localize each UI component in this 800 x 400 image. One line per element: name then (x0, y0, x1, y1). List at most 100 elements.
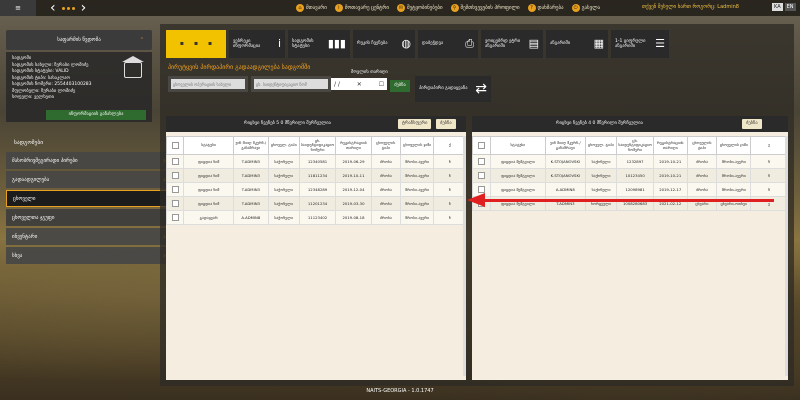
calendar-icon[interactable]: ☐ (379, 81, 384, 88)
table-cell: 11811234 (298, 168, 337, 183)
dots-icon: ▪ (208, 40, 213, 48)
table-cell: მროსი-ავერი (400, 168, 435, 183)
column-header[interactable]: ცხოველის ტიპი (686, 136, 718, 155)
checkbox[interactable] (477, 142, 485, 149)
scrollbar[interactable] (463, 136, 466, 376)
checkbox[interactable] (171, 186, 179, 193)
table-cell: ფიცდია შეშტვილი (489, 154, 547, 169)
chevron-up-icon: ⌃ (139, 37, 144, 43)
row-checkbox-cell[interactable] (165, 182, 185, 197)
lang-en[interactable]: EN (784, 3, 796, 11)
tool-report[interactable]: ანგარიში ▦ (546, 30, 608, 58)
row-checkbox-cell[interactable] (165, 154, 185, 169)
row-checkbox-cell[interactable] (165, 168, 185, 183)
column-header[interactable]: სტატუსი (183, 136, 234, 155)
sidebar-item-other[interactable]: სხვა› (6, 247, 172, 264)
tool-voice-report[interactable]: ვოიცებრდ ეტრი ანგარიში ▤ (481, 30, 543, 58)
tool-label: ვებრეკი ინფორმაცია (233, 38, 261, 50)
table-cell: 12348289 (298, 182, 337, 197)
close-icon[interactable]: ✕ (357, 81, 362, 88)
select-all-checkbox-header[interactable] (165, 136, 185, 155)
sidebar-section-label: სადგომები (14, 140, 44, 146)
column-header[interactable]: ცხოველ. ტიპი (267, 136, 300, 155)
column-header[interactable]: ე (750, 136, 788, 155)
dots-icon: ▪ (193, 40, 199, 48)
sidebar-item-label: გადაადგილება (12, 176, 50, 183)
table-cell: 11123402 (298, 210, 337, 225)
row-checkbox-cell[interactable] (165, 196, 185, 211)
table-cell: გადაყვარ (183, 210, 234, 225)
checkbox[interactable] (171, 200, 179, 207)
tool-status[interactable]: სადგომის სტატუსი ▮▮▮ (288, 30, 350, 58)
checkbox[interactable] (171, 158, 179, 165)
top-menu-center[interactable]: i მოთავარე ცენტრი (334, 4, 389, 12)
update-info-button[interactable]: ინფორმაციის განახლება (46, 110, 146, 120)
tool-digital-report[interactable]: 1-1 ციფრული ანგარიში ☰ (611, 30, 669, 58)
table-row[interactable]: ფიცდია ნიშ T.ADMIN3 საქონელი 11201234 2019-0… (165, 196, 466, 211)
dots-icon[interactable] (61, 6, 75, 10)
search-button[interactable]: ძებნა (390, 80, 410, 92)
top-menu-profile[interactable]: ⚲ შემთხვევების პროფილი (450, 4, 520, 12)
table-search-button[interactable]: ძებნა (742, 119, 762, 129)
sidebar-item-mass-persons[interactable]: მასობრივშეგირადი პირები› (6, 152, 172, 169)
lang-ka[interactable]: KA (772, 3, 783, 11)
tool-print[interactable]: დაბეჭდვა ⎙ (418, 30, 478, 58)
column-header[interactable]: ცხოველ. ტიპი (584, 136, 618, 155)
column-header[interactable]: ვინ მიიღ მკურნ./ განამრავი (545, 136, 586, 155)
tool-map[interactable]: რუკის ჩვენება ◍ (353, 30, 415, 58)
menu-icon[interactable]: ≡ (0, 0, 36, 16)
scrollbar[interactable] (785, 136, 788, 376)
column-header[interactable]: ცხოველის ჯიში (716, 136, 752, 155)
right-table-panel: რიცხვი ჩვენებ 4 0 მწვრილი შერჩეულია ძებნ… (472, 116, 788, 380)
date-input[interactable]: / / ✕ ☐ (331, 78, 387, 90)
sidebar-item-animal[interactable]: ცხოველი (6, 190, 172, 207)
column-header[interactable]: ცხოველის ჯიში (400, 136, 435, 155)
top-menu-messages[interactable]: ✉ შეტყობინებები (396, 4, 443, 12)
top-menu-help[interactable]: ? დახმარება (527, 4, 564, 12)
tool-info[interactable]: ვებრეკი ინფორმაცია i (229, 30, 285, 58)
direct-transfer-button[interactable]: პირდაპირი გადაყვანა ⇄ (415, 76, 491, 102)
sidebar-header[interactable]: საფარმის წვდომა ⌃ (6, 30, 152, 50)
checkbox[interactable] (477, 186, 485, 193)
top-menu-logout[interactable]: ⏻ გასვლა (571, 4, 600, 12)
column-header[interactable]: ვინ მიიღ მკურნ./ განამრავი (232, 136, 269, 155)
table-row[interactable]: ფიცდია შეშტვილი A.ADMIN8 საქონელი 12098981 2… (472, 182, 788, 197)
column-header[interactable]: სტატუსი (489, 136, 547, 155)
animal-operation-input[interactable] (171, 79, 245, 89)
table-row[interactable]: ფიცდია შეშტვილი K.STOJANOVSKI საქონელი 1232… (472, 154, 788, 169)
row-checkbox-cell[interactable] (165, 210, 185, 225)
sidebar-item-inventory[interactable]: ინვენტარი› (6, 228, 172, 245)
top-menu-home[interactable]: ⌂ მთავარი (296, 4, 327, 12)
table-row[interactable]: ფიცდია შეშტვილი K.STOJANOVSKI საქონელი 1012… (472, 168, 788, 183)
column-header[interactable]: ცხ. საიდენტიფიკაციო ნომერი (616, 136, 654, 155)
table-cell: ფიცდია ნიშ (183, 154, 234, 169)
table-cell: ნ (433, 210, 466, 225)
column-header[interactable]: ქ (433, 136, 466, 155)
table-row[interactable]: ფიცდია ნიშ T.ADMIN3 საქონელი 11811234 2019-1… (165, 168, 466, 183)
checkbox[interactable] (477, 158, 485, 165)
select-all-checkbox-header[interactable] (472, 136, 491, 155)
column-header[interactable]: რეგისტრაციის თარიღი (652, 136, 688, 155)
checkbox[interactable] (171, 214, 179, 221)
sidebar-item-animal-group[interactable]: ცხოველთა ჯგუფი (6, 209, 172, 226)
checkbox[interactable] (477, 172, 485, 179)
checkbox[interactable] (171, 172, 179, 179)
table-search-button[interactable]: ძებნა (436, 119, 456, 129)
sidebar-item-movement[interactable]: გადაადგილება› (6, 171, 172, 188)
table-row[interactable]: ფიცდია ნიშ T.ADMIN3 საქონელი 12348289 2019-1… (165, 182, 466, 197)
row-checkbox-cell[interactable] (472, 154, 491, 169)
checkbox[interactable] (171, 142, 179, 149)
table-cell: ძროხა (370, 196, 402, 211)
transfer-button[interactable]: ტრანსფერი (398, 119, 432, 129)
animal-id-input[interactable] (254, 79, 328, 89)
back-arrow-icon[interactable]: ‹ (50, 0, 56, 16)
table-row[interactable]: ფიცდია ნიშ T.ADMIN3 საქონელი 12340581 2019-0… (165, 154, 466, 169)
column-header[interactable]: ცხოველის ტიპი (370, 136, 402, 155)
forward-arrow-icon[interactable]: › (81, 0, 87, 16)
column-header[interactable]: რეგისტრაციის თარიღი (335, 136, 372, 155)
table-row[interactable]: გადაყვარ A.ADMIN8 საქონელი 11123402 2019-08-… (165, 210, 466, 225)
row-checkbox-cell[interactable] (472, 168, 491, 183)
column-header[interactable]: ცხ. საიდენტიფიკაციო ნომერი (298, 136, 337, 155)
grid-view-button[interactable]: ▪ ▪ ▪ (166, 30, 226, 58)
date-label: მოვლის თარიღი (351, 70, 388, 75)
